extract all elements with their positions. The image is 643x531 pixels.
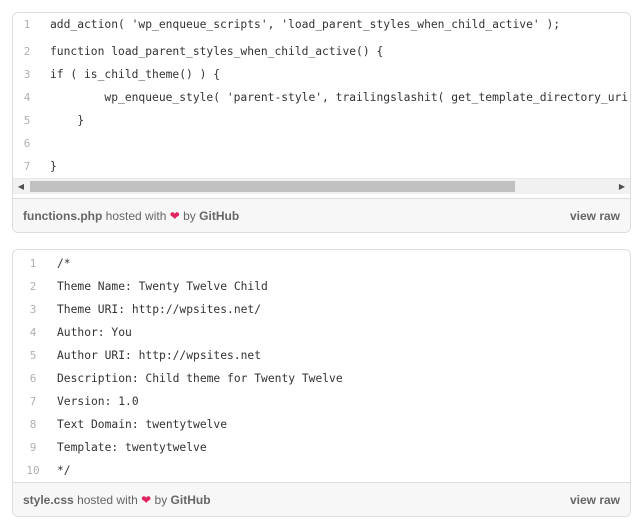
code-text: */ — [57, 464, 71, 477]
code-line: 2 function load_parent_styles_when_child… — [13, 40, 630, 63]
scrollbar-thumb[interactable] — [30, 181, 515, 192]
gist-filename-link[interactable]: functions.php — [23, 209, 102, 223]
line-number: 4 — [29, 326, 37, 339]
chevron-right-icon[interactable]: ▶ — [614, 179, 630, 194]
code-text: if ( is_child_theme() ) { — [50, 68, 221, 81]
code-block: 1 /* 2 Theme Name: Twenty Twelve Child 3… — [13, 250, 630, 483]
code-text: /* — [57, 257, 71, 270]
line-number: 4 — [23, 91, 31, 104]
view-raw-link[interactable]: view raw — [570, 483, 620, 516]
line-number: 8 — [29, 418, 37, 431]
hosted-with-text: hosted with — [77, 493, 138, 507]
github-link[interactable]: GitHub — [171, 493, 211, 507]
code-text: Theme Name: Twenty Twelve Child — [57, 280, 268, 293]
code-text: add_action( 'wp_enqueue_scripts', 'load_… — [50, 18, 561, 31]
code-text: Author: You — [57, 326, 132, 339]
code-text: Description: Child theme for Twenty Twel… — [57, 372, 343, 385]
gist-functions-php: 1 add_action( 'wp_enqueue_scripts', 'loa… — [12, 12, 631, 233]
code-line: 5 Author URI: http://wpsites.net — [13, 344, 630, 367]
code-text: Version: 1.0 — [57, 395, 139, 408]
code-line: 1 add_action( 'wp_enqueue_scripts', 'loa… — [13, 13, 630, 40]
heart-icon: ❤ — [141, 493, 152, 507]
code-line: 3 Theme URI: http://wpsites.net/ — [13, 298, 630, 321]
gist-meta: functions.php hosted with ❤ by GitHub vi… — [13, 198, 630, 232]
gist-style-css: 1 /* 2 Theme Name: Twenty Twelve Child 3… — [12, 249, 631, 517]
line-number: 3 — [23, 68, 31, 81]
code-text: function load_parent_styles_when_child_a… — [50, 45, 384, 58]
line-number: 7 — [29, 395, 37, 408]
code-text: Template: twentytwelve — [57, 441, 207, 454]
code-line: 4 Author: You — [13, 321, 630, 344]
line-number: 6 — [29, 372, 37, 385]
code-text: Theme URI: http://wpsites.net/ — [57, 303, 262, 316]
code-line: 4 wp_enqueue_style( 'parent-style', trai… — [13, 86, 630, 109]
code-line: 3 if ( is_child_theme() ) { — [13, 63, 630, 86]
line-number: 10 — [26, 464, 40, 477]
line-number: 1 — [23, 18, 31, 31]
line-number: 7 — [23, 160, 31, 173]
github-link[interactable]: GitHub — [199, 209, 239, 223]
chevron-left-icon[interactable]: ◀ — [13, 179, 29, 194]
code-text: Author URI: http://wpsites.net — [57, 349, 262, 362]
code-line: 6 — [13, 132, 630, 155]
gist-filename-link[interactable]: style.css — [23, 493, 74, 507]
code-line: 7 } — [13, 155, 630, 178]
code-text: } — [50, 160, 57, 173]
hosted-with-text: hosted with — [105, 209, 167, 223]
heart-icon: ❤ — [169, 209, 180, 223]
horizontal-scrollbar[interactable]: ◀ ▶ — [13, 178, 630, 194]
view-raw-link[interactable]: view raw — [570, 199, 620, 232]
line-number: 9 — [29, 441, 37, 454]
code-text: } — [50, 114, 85, 127]
line-number: 2 — [23, 45, 31, 58]
code-line: 9 Template: twentytwelve — [13, 436, 630, 459]
by-text: by — [183, 209, 196, 223]
line-number: 6 — [23, 137, 31, 150]
code-line: 7 Version: 1.0 — [13, 390, 630, 413]
code-line: 6 Description: Child theme for Twenty Tw… — [13, 367, 630, 390]
line-number: 2 — [29, 280, 37, 293]
code-text: wp_enqueue_style( 'parent-style', traili… — [50, 91, 630, 104]
by-text: by — [154, 493, 168, 507]
line-number: 3 — [29, 303, 37, 316]
gist-meta: style.css hosted with ❤ by GitHub view r… — [13, 482, 630, 516]
line-number: 1 — [29, 257, 37, 270]
code-line: 1 /* — [13, 252, 630, 275]
code-line: 2 Theme Name: Twenty Twelve Child — [13, 275, 630, 298]
code-block: 1 add_action( 'wp_enqueue_scripts', 'loa… — [13, 13, 630, 178]
code-line: 5 } — [13, 109, 630, 132]
code-line: 10 */ — [13, 459, 630, 482]
code-line: 8 Text Domain: twentytwelve — [13, 413, 630, 436]
line-number: 5 — [23, 114, 31, 127]
line-number: 5 — [29, 349, 37, 362]
code-text: Text Domain: twentytwelve — [57, 418, 228, 431]
